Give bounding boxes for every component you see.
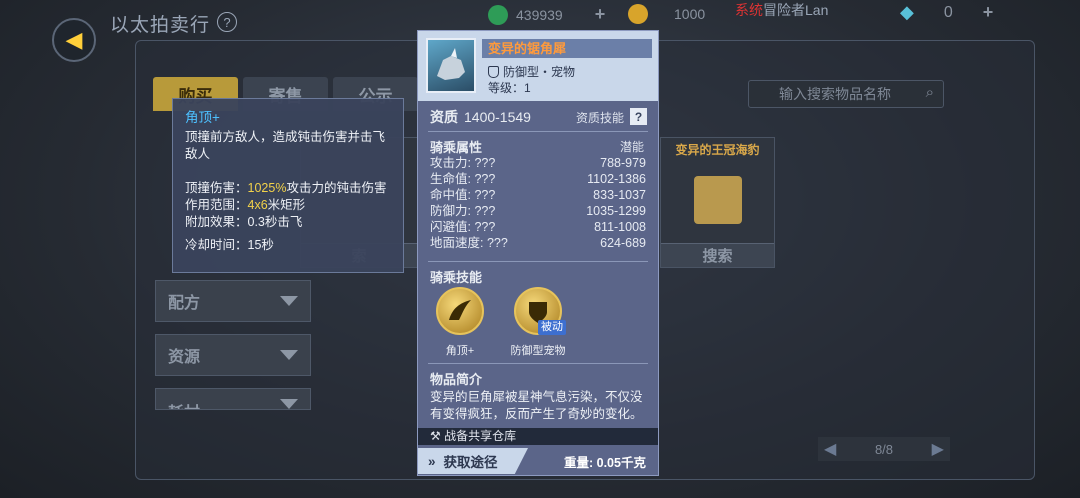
- page-title: 以太拍卖行: [110, 15, 211, 36]
- warehouse-bar: ⚒ 战备共享仓库: [418, 428, 658, 445]
- potential-label: 潜能: [620, 140, 645, 154]
- item-header: 变异的锯角犀 防御型・宠物 等级：1: [418, 31, 658, 101]
- back-arrow-icon: ◀: [65, 27, 83, 52]
- pagination: ◀ 8/8 ▶: [818, 437, 950, 461]
- seal-pet-image: [693, 176, 742, 224]
- currency-1: 439939 +: [488, 4, 605, 25]
- news-prefix: 系统: [735, 2, 763, 18]
- item-type: 防御型・宠物: [488, 63, 575, 80]
- rhino-pet-portrait: [426, 38, 476, 93]
- add-currency-1-button[interactable]: +: [595, 4, 606, 25]
- attr-row: 防御力: ??? 1035-1299: [430, 204, 646, 218]
- skill-tooltip: 角顶+ 顶撞前方敌人，造成钝击伤害并击飞敌人 顶撞伤害：1025%攻击力的钝击伤…: [172, 98, 404, 273]
- attr-row: 地面速度: ??? 624-689: [430, 236, 646, 250]
- shield-icon: [488, 66, 499, 78]
- double-chevron-icon: »: [428, 453, 436, 469]
- next-page-icon[interactable]: ▶: [932, 439, 944, 459]
- item-description: 变异的巨角犀被星神气息污染，不仅没有变得疯狂，反而产生了奇妙的变化。: [430, 390, 643, 421]
- green-coin-icon: [488, 4, 508, 25]
- quality-help-button[interactable]: ?: [630, 108, 647, 125]
- acquire-button[interactable]: » 获取途径: [418, 448, 528, 474]
- skill-label: 防御型宠物: [510, 345, 566, 357]
- mount-skill-title: 骑乘技能: [430, 270, 483, 285]
- currency-2-value: 1000: [674, 6, 706, 22]
- skill-range: 作用范围：4x6米矩形: [185, 198, 306, 212]
- search-icon[interactable]: ⌕: [926, 84, 934, 101]
- intro-title: 物品简介: [430, 372, 483, 387]
- help-icon[interactable]: ?: [217, 12, 237, 32]
- skill-description: 顶撞前方敌人，造成钝击伤害并击飞敌人: [185, 130, 386, 161]
- dropdown-arrow-icon: [280, 296, 298, 306]
- add-currency-3-button[interactable]: +: [983, 2, 994, 23]
- page-indicator: 8/8: [874, 441, 894, 457]
- category-label: 耗材: [168, 399, 200, 409]
- gold-coin-icon: [628, 4, 648, 24]
- skill-name: 角顶+: [185, 110, 220, 125]
- item-weight: 重量: 0.05千克: [564, 456, 646, 470]
- horn-icon[interactable]: [436, 287, 484, 335]
- quality: 资质 1400-1549: [430, 109, 531, 125]
- dropdown-arrow-icon: [280, 350, 298, 360]
- attr-row: 生命值: ??? 1102-1386: [430, 172, 646, 186]
- skill-damage: 顶撞伤害：1025%攻击力的钝击伤害: [185, 181, 387, 195]
- prev-page-icon[interactable]: ◀: [824, 439, 836, 459]
- card-search-button[interactable]: 搜索: [661, 243, 774, 267]
- currency-3-value: 0: [943, 3, 953, 21]
- dropdown-arrow-icon: [280, 399, 298, 409]
- skill-effect: 附加效果：0.3秒击飞: [185, 215, 303, 229]
- skill-cooldown: 冷却时间：15秒: [185, 238, 274, 252]
- category-resource[interactable]: 资源: [155, 334, 311, 376]
- right-currency: ◆ 0 +: [900, 2, 993, 23]
- crystal-icon: ◆: [900, 2, 914, 22]
- back-button[interactable]: ◀: [52, 18, 96, 62]
- attr-row: 闪避值: ??? 811-1008: [430, 220, 646, 234]
- currency-1-value: 439939: [516, 6, 563, 23]
- item-level: 等级：1: [488, 81, 531, 95]
- mount-attr-title: 骑乘属性: [430, 140, 483, 155]
- warehouse-icon: ⚒: [430, 429, 445, 443]
- category-consumable[interactable]: 耗材: [155, 388, 311, 410]
- news-text: 冒险者Lan: [763, 2, 829, 18]
- quality-skill-label: 资质技能: [576, 111, 625, 125]
- skill-label: 角顶+: [445, 345, 475, 357]
- card-title: 变异的王冠海豹: [675, 143, 760, 157]
- attr-row: 命中值: ??? 833-1037: [430, 188, 646, 202]
- news-ticker: 系统冒险者Lan: [735, 0, 828, 20]
- category-label: 资源: [168, 349, 201, 366]
- category-label: 配方: [168, 295, 201, 312]
- item-card[interactable]: 变异的王冠海豹 搜索: [660, 137, 775, 268]
- passive-badge: 被动: [538, 320, 566, 335]
- currency-2: 1000: [628, 4, 705, 24]
- category-recipe[interactable]: 配方: [155, 280, 311, 322]
- attr-row: 攻击力: ??? 788-979: [430, 156, 646, 170]
- item-detail-panel: 变异的锯角犀 防御型・宠物 等级：1 资质 1400-1549 资质技能 ? 骑乘…: [417, 30, 659, 476]
- item-name: 变异的锯角犀: [482, 39, 652, 58]
